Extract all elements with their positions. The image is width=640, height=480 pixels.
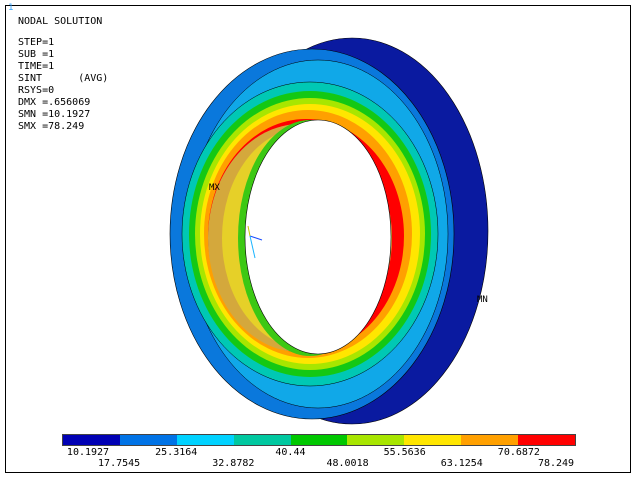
legend-segment-1 — [63, 435, 120, 445]
ring-contour-model[interactable] — [0, 0, 640, 480]
min-marker-label: MN — [477, 295, 488, 305]
legend-segment-5 — [290, 435, 348, 445]
legend-segment-4 — [233, 435, 291, 445]
legend-segment-2 — [119, 435, 177, 445]
legend-segment-8 — [461, 435, 519, 445]
contour-legend-bar — [62, 434, 576, 446]
max-marker-label: MX — [209, 183, 220, 193]
ring-hole — [244, 119, 392, 355]
legend-segment-7 — [404, 435, 462, 445]
legend-segment-3 — [176, 435, 234, 445]
graphics-viewport[interactable]: 1 NODAL SOLUTION STEP=1 SUB =1 TIME=1 SI… — [0, 0, 640, 480]
legend-segment-9 — [518, 435, 576, 445]
legend-segment-6 — [347, 435, 405, 445]
